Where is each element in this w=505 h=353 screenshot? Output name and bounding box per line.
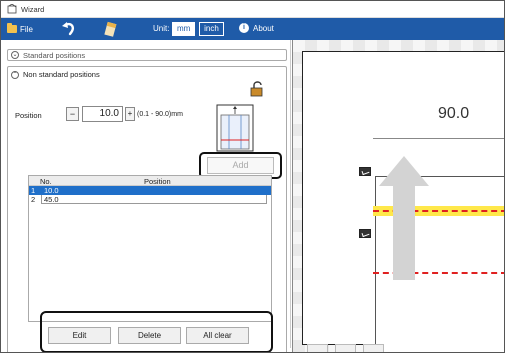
left-panel: ⌄ Standard positions ⌃ Non standard posi… xyxy=(6,40,291,352)
position-input[interactable]: 10.0 xyxy=(82,106,123,122)
canvas-tab-stub xyxy=(307,344,328,352)
standard-positions-expander[interactable]: ⌄ Standard positions xyxy=(7,49,287,61)
position-list[interactable]: No. Position 1 10.0 2 45.0 xyxy=(28,175,272,322)
feed-direction-arrow-icon xyxy=(379,156,429,280)
list-item[interactable]: 2 45.0 xyxy=(29,195,271,204)
row-position-value: 45.0 xyxy=(44,195,59,204)
title-bar: Wizard xyxy=(1,1,504,18)
preview-canvas[interactable]: 90.0 xyxy=(292,40,504,352)
eraser-icon[interactable] xyxy=(104,20,118,38)
non-standard-positions-header[interactable]: ⌃ Non standard positions xyxy=(11,70,100,79)
toolbar: File Unit: mm inch i About xyxy=(1,18,504,40)
position-range-label: (0.1 - 90.0)mm xyxy=(137,111,183,118)
delete-button[interactable]: Delete xyxy=(118,327,181,344)
non-standard-positions-label: Non standard positions xyxy=(23,70,100,79)
window-title: Wizard xyxy=(21,5,45,14)
undo-icon[interactable] xyxy=(61,21,77,37)
canvas-tab-stub xyxy=(363,344,384,352)
about-label: About xyxy=(253,23,274,33)
position-marker-icon[interactable] xyxy=(359,229,371,238)
position-diagram-icon xyxy=(216,104,254,152)
unit-mm-button[interactable]: mm xyxy=(172,22,195,36)
lock-icon[interactable] xyxy=(250,80,266,97)
row-number: 2 xyxy=(31,195,36,204)
decrement-button[interactable]: − xyxy=(66,107,79,121)
all-clear-button[interactable]: All clear xyxy=(186,327,249,344)
unit-label: Unit: xyxy=(153,24,170,33)
non-standard-positions-expander: ⌃ Non standard positions Position − 10.0… xyxy=(7,66,287,352)
chevron-down-icon: ⌄ xyxy=(11,51,19,59)
folder-icon xyxy=(7,23,17,33)
increment-button[interactable]: + xyxy=(125,107,135,121)
info-icon: i xyxy=(239,23,249,33)
file-menu[interactable]: File xyxy=(7,23,33,35)
file-menu-label: File xyxy=(20,24,33,34)
dimension-line xyxy=(373,138,504,139)
position-marker-icon[interactable] xyxy=(359,167,371,176)
list-header: No. Position xyxy=(29,176,271,186)
column-header-no: No. xyxy=(40,177,52,186)
column-header-position: Position xyxy=(144,177,171,186)
row-border xyxy=(41,186,267,195)
position-label: Position xyxy=(15,111,42,120)
edit-button[interactable]: Edit xyxy=(48,327,111,344)
row-position-value: 10.0 xyxy=(44,186,59,195)
wizard-window: Wizard File Unit: mm inch i About ⌄ Stan… xyxy=(0,0,505,353)
wizard-window-icon xyxy=(7,4,17,14)
about-button[interactable]: i About xyxy=(239,23,274,33)
row-border xyxy=(41,195,267,204)
unit-inch-button[interactable]: inch xyxy=(199,22,224,36)
standard-positions-label: Standard positions xyxy=(23,50,86,60)
add-button[interactable]: Add xyxy=(207,157,274,174)
canvas-tab-stub xyxy=(335,344,356,352)
row-number: 1 xyxy=(31,186,36,195)
list-item[interactable]: 1 10.0 xyxy=(29,186,271,195)
chevron-up-icon: ⌃ xyxy=(11,70,19,79)
dimension-label: 90.0 xyxy=(438,105,470,122)
